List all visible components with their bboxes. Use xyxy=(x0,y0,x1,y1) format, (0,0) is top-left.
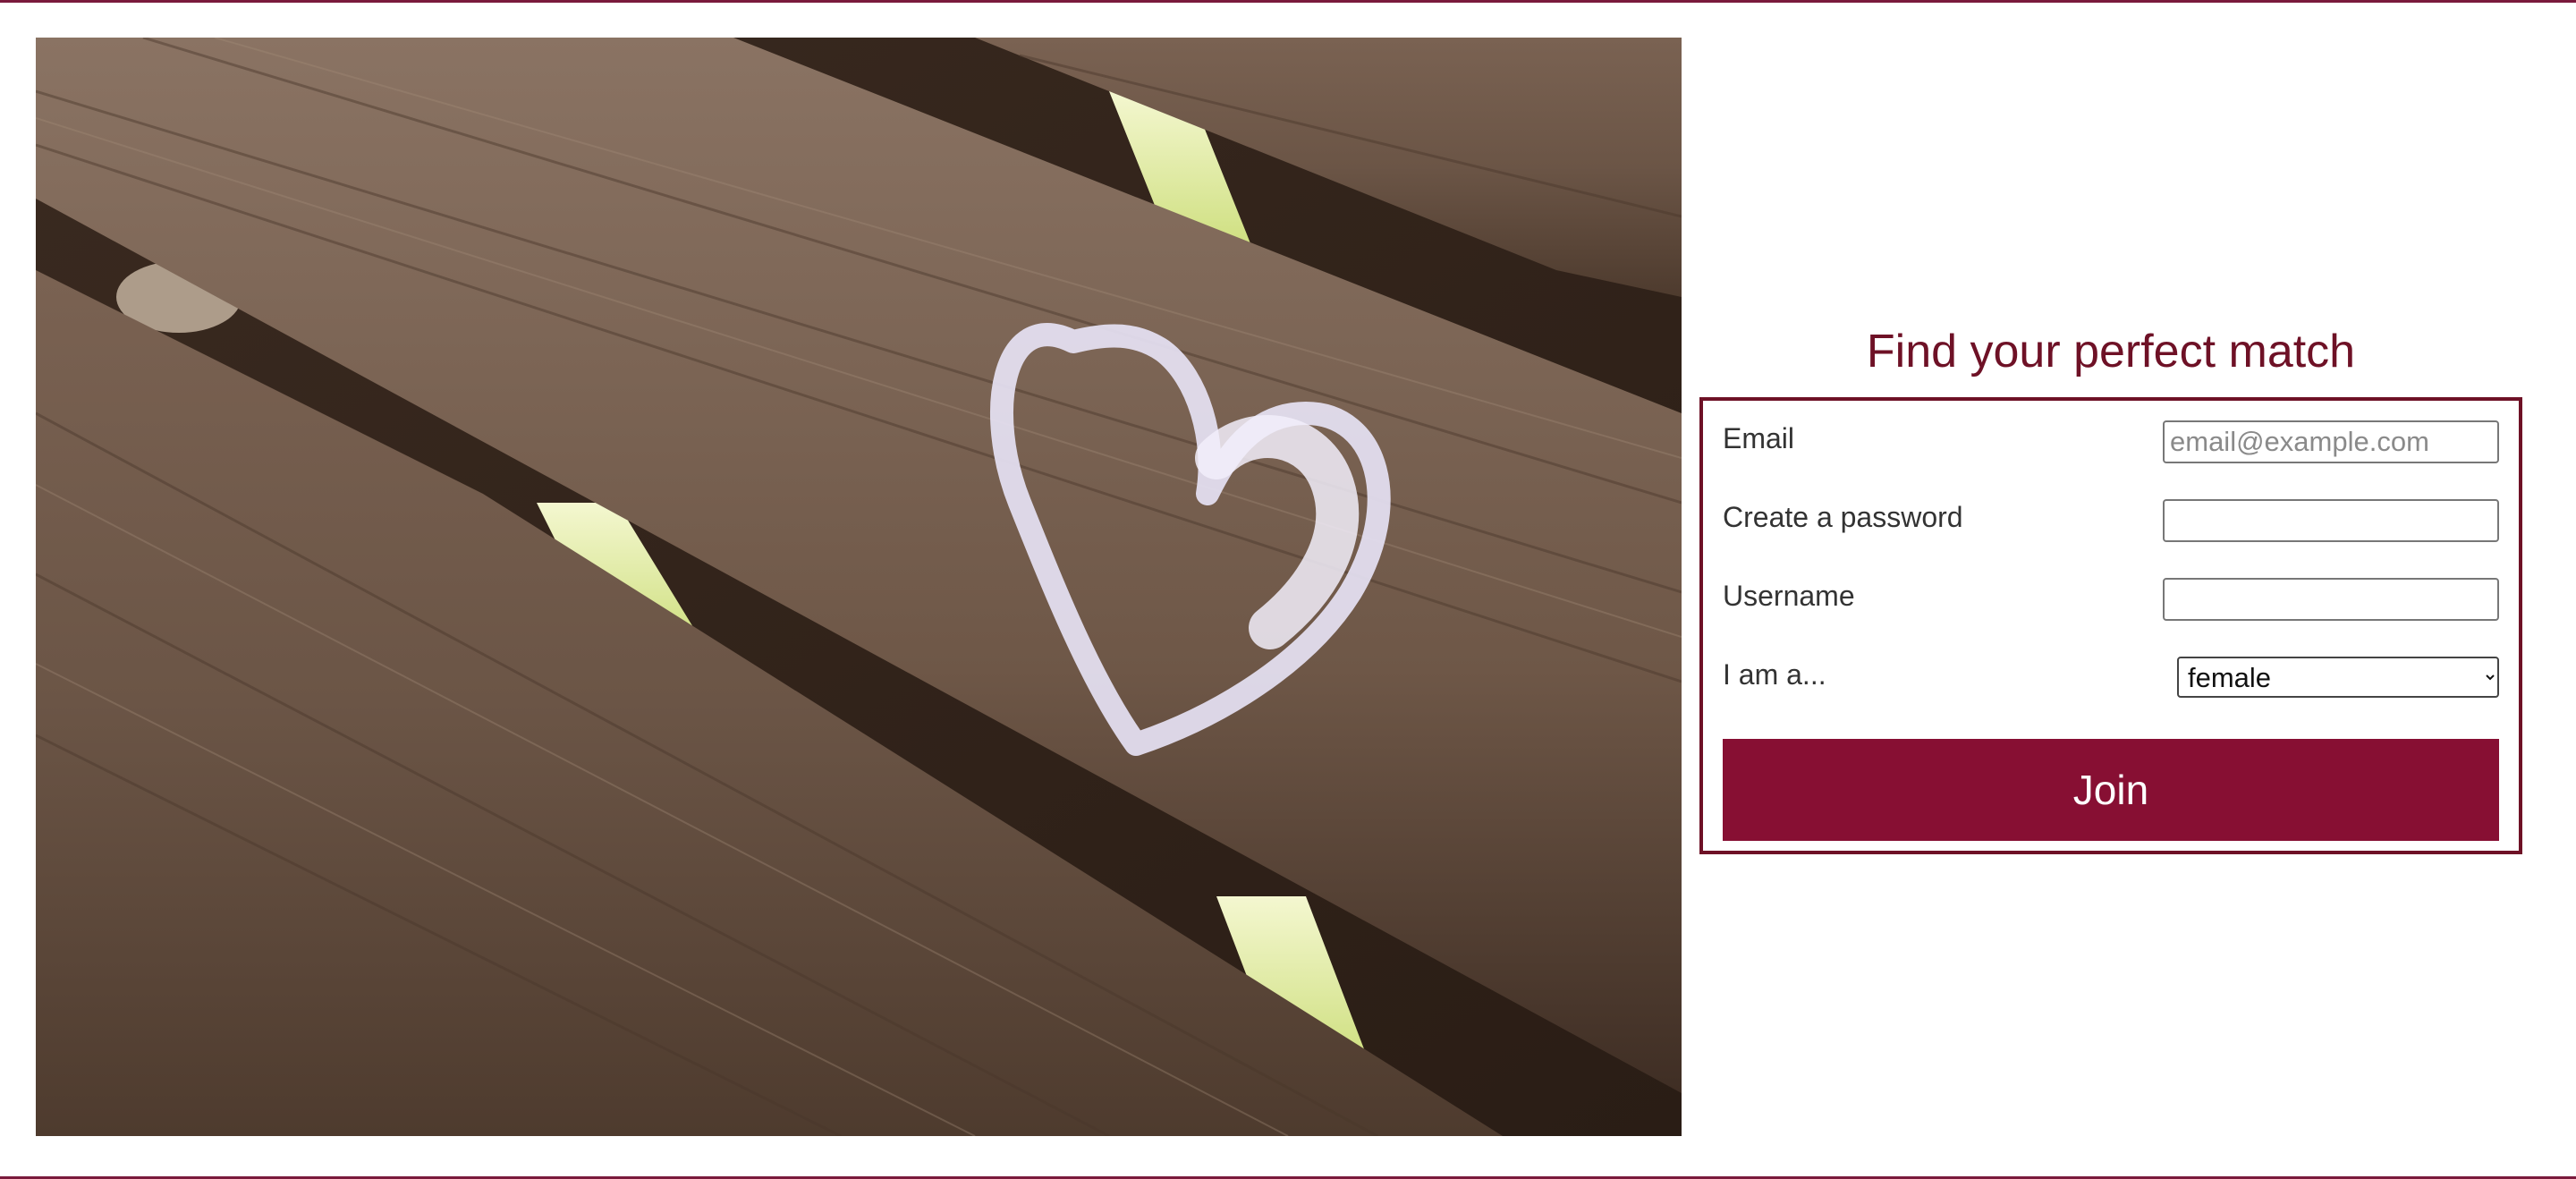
username-field[interactable] xyxy=(2163,578,2499,621)
signup-title: Find your perfect match xyxy=(1866,326,2356,377)
bench-heart-photo xyxy=(36,38,1682,1136)
gender-row: I am a... female xyxy=(1723,657,2499,735)
hero-image xyxy=(36,38,1682,1136)
email-field[interactable] xyxy=(2163,420,2499,463)
password-label: Create a password xyxy=(1723,501,1963,533)
username-label: Username xyxy=(1723,580,1855,612)
email-row: Email xyxy=(1723,420,2499,499)
signup-form: Email Create a password Username I am a.… xyxy=(1699,397,2522,854)
password-field[interactable] xyxy=(2163,499,2499,542)
email-label: Email xyxy=(1723,422,1795,454)
gender-select[interactable]: female xyxy=(2177,657,2499,698)
password-row: Create a password xyxy=(1723,499,2499,578)
signup-panel: Find your perfect match Email Create a p… xyxy=(1699,322,2522,854)
username-row: Username xyxy=(1723,578,2499,657)
top-rule xyxy=(0,0,2576,3)
join-button[interactable]: Join xyxy=(1723,739,2499,841)
gender-label: I am a... xyxy=(1723,658,1826,691)
